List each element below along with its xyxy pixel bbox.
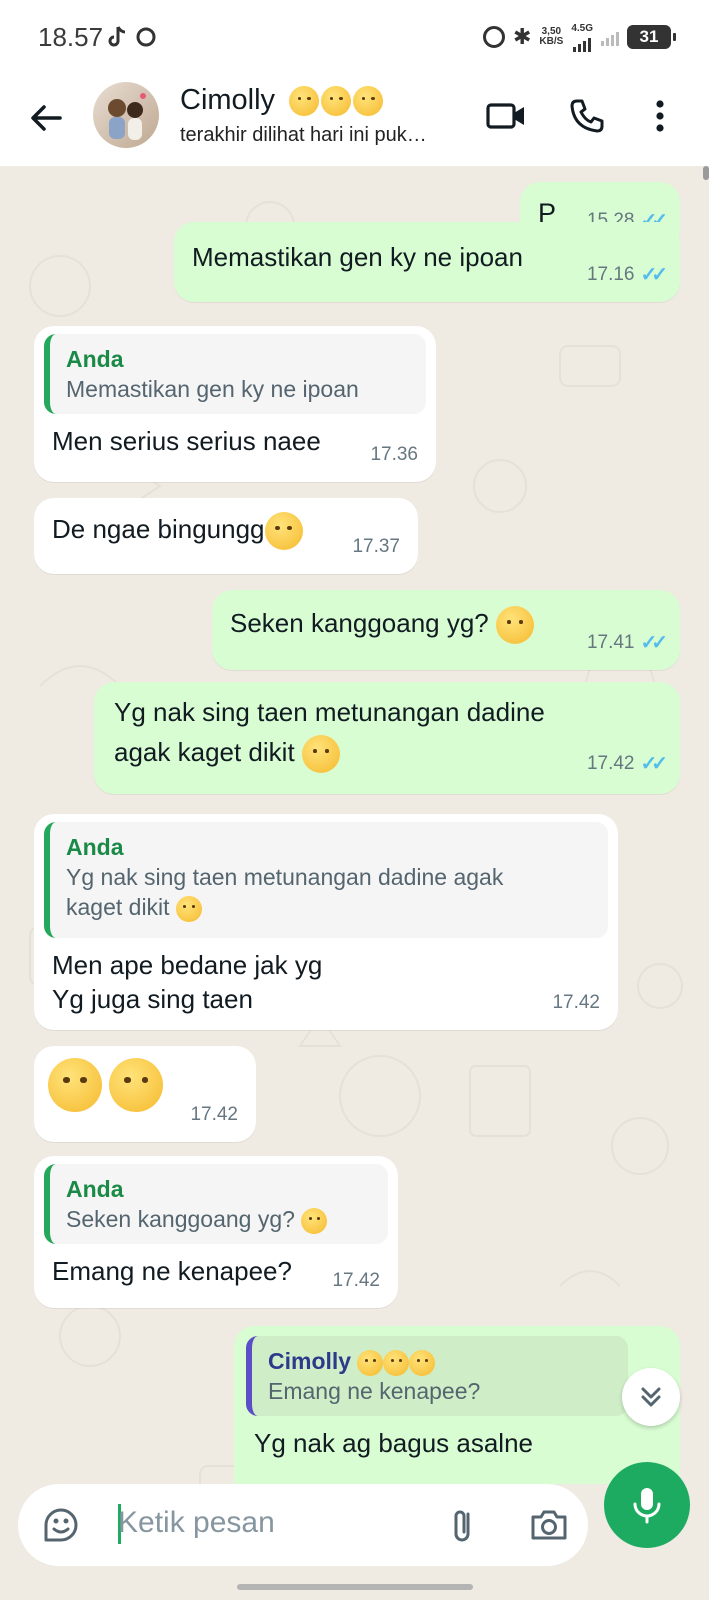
kiss-emoji-icon — [321, 86, 352, 117]
read-ticks-icon: ✓✓ — [640, 264, 667, 286]
attach-icon[interactable] — [442, 1504, 484, 1546]
chat-header: Cimolly terakhir dilihat hari ini puk… — [0, 76, 709, 166]
sweat-smile-emoji-icon — [301, 1207, 328, 1234]
battery-icon: 31 — [627, 25, 676, 49]
video-call-icon[interactable] — [484, 94, 528, 138]
outgoing-message[interactable]: Seken kanggoang yg? 17.41 ✓✓ — [212, 590, 680, 670]
message-time: 17.42 — [332, 1270, 380, 1291]
message-time: 17.42 — [586, 753, 635, 774]
outgoing-message[interactable]: Memastikan gen ky ne ipoan 17.16 ✓✓ — [174, 222, 680, 302]
tiktok-icon — [108, 26, 156, 47]
incoming-message[interactable]: Anda Yg nak sing taen metunangan dadine … — [34, 814, 618, 1030]
quote-author: Cimolly — [268, 1348, 352, 1374]
quoted-message[interactable]: Cimolly Emang ne kenapee? — [246, 1336, 628, 1416]
message-text: Memastikan gen ky ne ipoan — [192, 242, 523, 272]
message-meta: 17.41 ✓✓ — [586, 626, 668, 660]
message-text-line: Yg nak sing taen metunangan dadine — [114, 697, 545, 727]
message-input[interactable]: Ketik pesan — [18, 1484, 588, 1566]
scroll-to-bottom-button[interactable] — [622, 1368, 680, 1426]
net-speed-unit: KB/S — [539, 36, 564, 47]
status-right: ✱ 3,50 KB/S 4.5G 31 — [482, 22, 676, 52]
message-text: De ngae bingungg — [52, 514, 265, 544]
message-meta: 17.42 ✓✓ — [586, 744, 668, 784]
message-time: 17.42 — [552, 992, 600, 1013]
message-text-line: Men ape bedane jak yg — [52, 950, 323, 980]
quote-author: Anda — [66, 346, 124, 372]
camera-icon[interactable] — [528, 1504, 570, 1546]
read-ticks-icon: ✓✓ — [640, 753, 667, 775]
grin-emoji-icon — [301, 735, 340, 774]
kiss-emoji-icon — [383, 1349, 410, 1376]
more-vert-icon[interactable] — [645, 94, 675, 138]
signal-icon — [573, 34, 592, 52]
quoted-message[interactable]: Anda Yg nak sing taen metunangan dadine … — [44, 822, 608, 938]
message-time: 17.41 — [586, 632, 635, 653]
message-meta: 17.36 — [370, 438, 418, 472]
message-input-placeholder: Ketik pesan — [118, 1506, 275, 1539]
outgoing-message[interactable]: Cimolly Emang ne kenapee? Yg nak ag bagu… — [234, 1326, 680, 1484]
message-time: 17.16 — [586, 264, 635, 285]
incoming-message[interactable]: De ngae bingungg 17.37 — [34, 498, 418, 574]
home-indicator[interactable] — [237, 1584, 473, 1590]
mic-button[interactable] — [604, 1462, 690, 1548]
phone-icon[interactable] — [565, 94, 609, 138]
status-time: 18.57 — [38, 22, 104, 52]
sync-icon — [136, 27, 156, 47]
message-text-line: agak kaget dikit — [114, 737, 295, 767]
kiss-emoji-icon — [289, 86, 320, 117]
quote-author: Anda — [66, 834, 124, 860]
message-time: 17.37 — [352, 536, 400, 557]
composer-bar: Ketik pesan — [0, 1462, 709, 1600]
sweat-smile-emoji-icon — [496, 606, 535, 645]
hand-over-mouth-emoji-icon — [48, 1058, 102, 1112]
grin-emoji-icon — [175, 895, 202, 922]
incoming-message[interactable]: 17.42 — [34, 1046, 256, 1142]
message-meta: 17.42 — [190, 1098, 238, 1132]
quote-text: kaget dikit — [66, 894, 170, 920]
kiss-emoji-icon — [353, 86, 384, 117]
incoming-message[interactable]: Anda Memastikan gen ky ne ipoan Men seri… — [34, 326, 436, 482]
quote-author: Anda — [66, 1176, 124, 1202]
kiss-emoji-icon — [357, 1349, 384, 1376]
read-ticks-icon: ✓✓ — [640, 632, 667, 654]
quote-text: Emang ne kenapee? — [268, 1378, 481, 1404]
outgoing-message[interactable]: Yg nak sing taen metunangan dadine agak … — [94, 682, 680, 794]
quoted-message[interactable]: Anda Seken kanggoang yg? — [44, 1164, 388, 1244]
kiss-emoji-icon — [409, 1349, 436, 1376]
message-text: Yg nak ag bagus asalne — [254, 1428, 533, 1458]
message-meta: 17.42 — [332, 1264, 380, 1298]
message-text-line: Yg juga sing taen — [52, 984, 253, 1014]
quoted-message[interactable]: Anda Memastikan gen ky ne ipoan — [44, 334, 426, 414]
message-text: Seken kanggoang yg? — [230, 608, 489, 638]
quote-text: Memastikan gen ky ne ipoan — [66, 376, 359, 402]
back-arrow-icon[interactable] — [26, 98, 66, 138]
bluetooth-icon: ✱ — [512, 24, 532, 49]
quote-text: Yg nak sing taen metunangan dadine agak — [66, 864, 504, 890]
contact-name[interactable]: Cimolly — [180, 84, 384, 117]
incoming-message[interactable]: Anda Seken kanggoang yg? Emang ne kenape… — [34, 1156, 398, 1308]
avatar[interactable] — [93, 82, 159, 148]
signal-icon-2 — [601, 28, 619, 46]
message-meta: 17.16 ✓✓ — [586, 258, 668, 292]
message-time: 17.42 — [190, 1104, 238, 1125]
notification-icons — [108, 24, 158, 56]
alarm-icon — [482, 26, 505, 48]
scrollbar[interactable] — [703, 166, 709, 180]
contact-name-text: Cimolly — [180, 84, 276, 116]
net-speed: 3,50 KB/S — [539, 27, 563, 47]
chevron-down-icon — [641, 1387, 661, 1407]
message-meta: 17.37 — [352, 530, 400, 564]
smile-emoji-icon — [264, 512, 303, 551]
network-type: 4.5G — [571, 22, 593, 34]
quote-text: Seken kanggoang yg? — [66, 1206, 295, 1232]
message-text: Men serius serius naee — [52, 426, 321, 456]
mic-icon — [633, 1488, 661, 1524]
hand-over-mouth-emoji-icon — [109, 1058, 164, 1112]
message-meta: 17.42 — [552, 986, 600, 1020]
sticker-icon[interactable] — [40, 1504, 82, 1546]
message-time: 17.36 — [370, 444, 418, 465]
chat-area[interactable]: P 15.28 ✓✓ Memastikan gen ky ne ipoan 17.… — [0, 166, 709, 1484]
contact-last-seen: terakhir dilihat hari ini puk… — [180, 124, 427, 146]
status-bar: 18.57 ✱ 3,50 KB/S 4.5G 31 — [0, 0, 709, 76]
